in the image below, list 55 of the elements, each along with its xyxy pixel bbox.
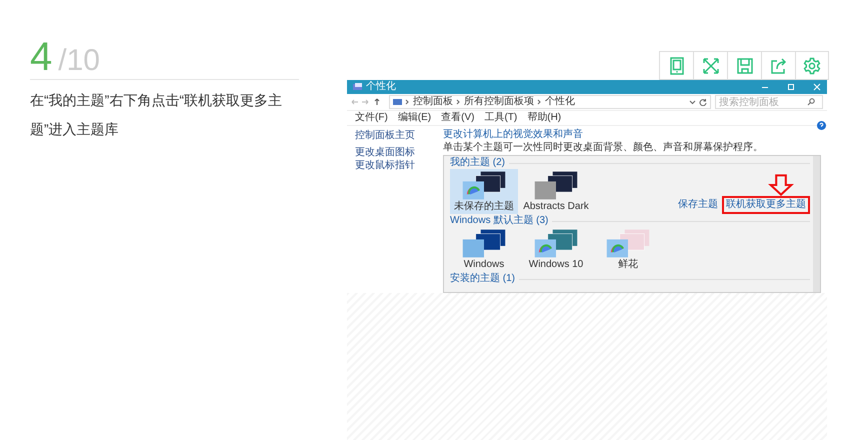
sidebar-link[interactable]: 更改鼠标指针	[355, 160, 443, 172]
breadcrumb-item[interactable]: 所有控制面板项	[464, 96, 534, 108]
save-button[interactable]	[727, 51, 761, 80]
theme-name: 鲜花	[618, 259, 638, 271]
theme-name: 未保存的主题	[454, 201, 514, 213]
maximize-icon[interactable]	[787, 83, 795, 91]
section-description: 单击某个主题可一次性同时更改桌面背景、颜色、声音和屏幕保护程序。	[443, 142, 764, 154]
window-icon	[353, 83, 363, 91]
group-title: Windows 默认主题 (3)	[450, 215, 548, 227]
sidebar-link[interactable]: 控制面板主页	[355, 130, 443, 142]
chevron-icon	[537, 98, 542, 106]
settings-icon	[803, 56, 821, 74]
theme-tile[interactable]: Windows	[450, 227, 518, 272]
tablet-button[interactable]	[659, 51, 693, 80]
section-heading: 更改计算机上的视觉效果和声音	[443, 129, 584, 141]
sidebar-link[interactable]: 更改桌面图标	[355, 147, 443, 159]
breadcrumb-item[interactable]: 个性化	[545, 96, 575, 108]
control-panel-icon	[393, 98, 402, 106]
group-title: 我的主题 (2)	[450, 157, 505, 169]
theme-tile[interactable]: Abstracts Dark	[522, 169, 590, 214]
step-number: 4	[30, 36, 52, 78]
theme-link[interactable]: 保存主题	[678, 199, 718, 211]
address-bar[interactable]: 控制面板 所有控制面板项 个性化	[389, 95, 711, 109]
breadcrumb-item[interactable]: 控制面板	[413, 96, 453, 108]
search-icon	[807, 98, 815, 106]
menu-item[interactable]: 编辑(E)	[398, 112, 432, 124]
search-field[interactable]: 搜索控制面板	[715, 95, 823, 109]
menu-item[interactable]: 查看(V)	[441, 112, 474, 124]
tablet-icon	[668, 56, 686, 74]
scrollbar[interactable]	[813, 156, 820, 292]
theme-tile[interactable]: Windows 10	[522, 227, 590, 272]
help-icon[interactable]	[817, 121, 826, 130]
share-button[interactable]	[761, 51, 795, 80]
theme-name: Abstracts Dark	[523, 201, 589, 213]
fullscreen-button[interactable]	[693, 51, 727, 80]
theme-link[interactable]: 联机获取更多主题	[726, 199, 806, 210]
share-icon	[770, 56, 788, 74]
theme-name: Windows	[464, 259, 504, 271]
chevron-icon	[456, 98, 461, 106]
window-title: 个性化	[366, 81, 397, 93]
settings-button[interactable]	[795, 51, 829, 80]
step-text: 在“我的主题”右下角点击“联机获取更多主题”进入主题库	[30, 91, 283, 139]
menu-item[interactable]: 帮助(H)	[527, 112, 562, 124]
group-title: 安装的主题 (1)	[450, 273, 515, 285]
dropdown-icon[interactable]	[689, 98, 696, 106]
menu-item[interactable]: 文件(F)	[355, 112, 388, 124]
theme-tile[interactable]: 未保存的主题	[450, 169, 518, 214]
chevron-icon	[405, 98, 410, 106]
theme-name: Windows 10	[528, 259, 584, 271]
refresh-icon[interactable]	[699, 98, 707, 106]
fullscreen-icon	[702, 56, 720, 74]
theme-tile[interactable]: 鲜花	[594, 227, 662, 272]
close-icon[interactable]	[813, 83, 821, 91]
save-icon	[736, 56, 754, 74]
menu-item[interactable]: 工具(T)	[484, 112, 518, 124]
